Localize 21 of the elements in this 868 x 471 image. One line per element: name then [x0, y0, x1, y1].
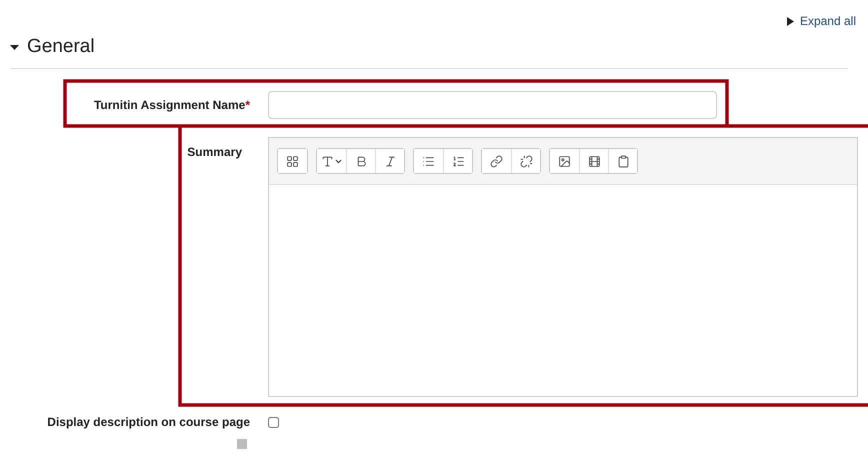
unlink-icon [520, 154, 532, 168]
expand-icon [786, 16, 794, 26]
link-icon [490, 154, 503, 168]
film-icon [588, 154, 600, 168]
numbered-list-icon [452, 154, 464, 168]
font-size-icon [320, 154, 334, 168]
section-title: General [27, 36, 95, 58]
expand-all-link[interactable]: Expand all [786, 14, 856, 28]
field-label: Display description on course page [47, 415, 250, 429]
italic-icon [384, 154, 396, 168]
clipboard-icon [616, 154, 630, 168]
unlink-button[interactable] [511, 149, 540, 173]
clipboard-button[interactable] [608, 149, 637, 173]
input-field[interactable] [268, 91, 717, 119]
table-icon [286, 154, 299, 168]
checkbox[interactable] [268, 416, 279, 428]
field-label: Summary [187, 145, 242, 159]
field-label: Turnitin Assignment Name* [94, 98, 250, 112]
image-icon [558, 154, 571, 168]
numbered-list-button[interactable] [443, 149, 472, 173]
collapse-icon[interactable] [10, 42, 19, 52]
